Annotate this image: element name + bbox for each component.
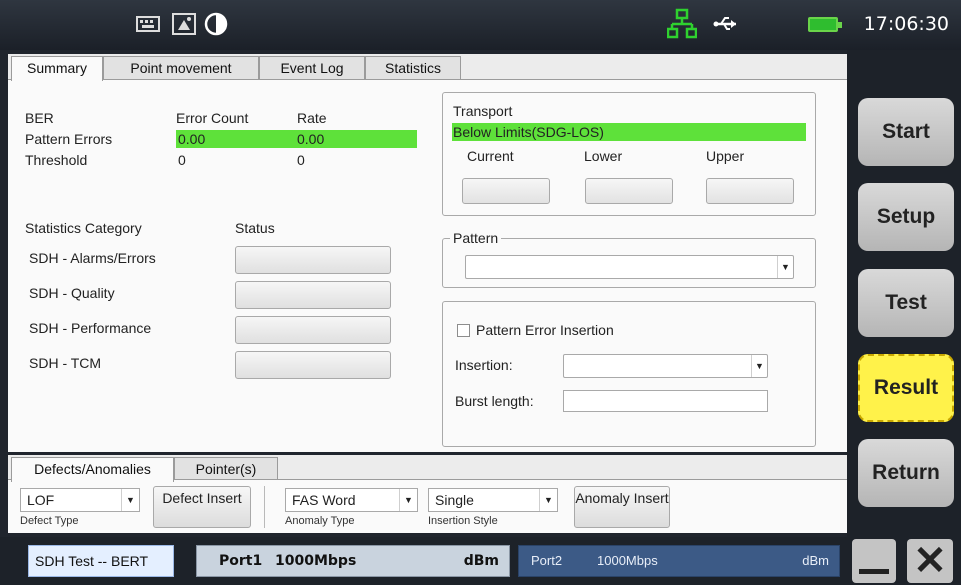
anomaly-insert-button[interactable]: Anomaly Insert [574, 486, 670, 528]
port1-status: Port1 1000Mbps dBm [196, 545, 510, 577]
contrast-icon[interactable] [202, 10, 230, 38]
pattern-errors-label: Pattern Errors [25, 131, 113, 147]
anomaly-type-value: FAS Word [292, 492, 356, 508]
defect-insert-button[interactable]: Defect Insert [153, 486, 251, 528]
footer-bar: SDH Test -- BERT Port1 1000Mbps dBm Port… [0, 537, 961, 585]
insertion-group: Pattern Error Insertion Insertion: ▼ Bur… [442, 301, 816, 447]
test-name: SDH Test -- BERT [28, 545, 174, 577]
status-quality-box [235, 281, 391, 309]
threshold-label: Threshold [25, 152, 88, 168]
tab-summary[interactable]: Summary [11, 56, 103, 81]
chevron-down-icon: ▼ [539, 489, 557, 511]
status-alarms-box [235, 246, 391, 274]
tab-pointers[interactable]: Pointer(s) [174, 457, 278, 480]
threshold-rate: 0 [297, 152, 305, 168]
chevron-down-icon: ▼ [777, 256, 793, 278]
pattern-select[interactable]: ▼ [465, 255, 794, 279]
battery-icon [808, 17, 842, 32]
tab-defects-anomalies[interactable]: Defects/Anomalies [11, 457, 174, 482]
minimize-button[interactable] [852, 539, 896, 583]
side-button-panel: Start Setup Test Result Return [847, 50, 961, 537]
port2-unit: dBm [802, 553, 829, 568]
setup-button[interactable]: Setup [858, 183, 954, 251]
insertion-style-select[interactable]: Single ▼ [428, 488, 558, 512]
current-value-box [462, 178, 550, 204]
error-count-header: Error Count [176, 110, 249, 126]
divider [264, 486, 265, 528]
transport-status: Below Limits(SDG-LOS) [453, 124, 604, 140]
main-panel: Summary Point movement Event Log Statist… [8, 54, 847, 452]
port2-status: Port2 1000Mbps dBm [518, 545, 840, 577]
statistics-category-header: Statistics Category [25, 220, 142, 236]
return-button[interactable]: Return [858, 439, 954, 507]
burst-length-label: Burst length: [455, 393, 534, 409]
tab-event-log[interactable]: Event Log [259, 56, 365, 79]
defect-type-label: Defect Type [20, 515, 79, 527]
status-header: Status [235, 220, 275, 236]
current-label: Current [467, 148, 514, 164]
pattern-error-insertion-label: Pattern Error Insertion [476, 322, 614, 338]
start-button[interactable]: Start [858, 98, 954, 166]
close-icon[interactable]: ✕ [907, 539, 953, 583]
insertion-select[interactable]: ▼ [563, 354, 768, 378]
port1-unit: dBm [463, 553, 499, 569]
anomaly-type-select[interactable]: FAS Word ▼ [285, 488, 418, 512]
pattern-error-insertion-checkbox[interactable] [457, 324, 470, 337]
pattern-errors-rate: 0.00 [297, 131, 325, 147]
screenshot-icon[interactable] [170, 10, 198, 38]
status-performance-box [235, 316, 391, 344]
tab-point-movement[interactable]: Point movement [103, 56, 259, 79]
summary-pane: BER Error Count Rate Pattern Errors 0.00… [8, 79, 847, 452]
result-button[interactable]: Result [858, 354, 954, 422]
insertion-style-label: Insertion Style [428, 515, 498, 527]
transport-group: Transport Below Limits(SDG-LOS) Current … [442, 92, 816, 216]
top-status-bar: 17:06:30 [0, 0, 961, 50]
usb-icon [713, 17, 736, 30]
chevron-down-icon: ▼ [121, 489, 139, 511]
port2-speed: 1000Mbps [597, 553, 658, 568]
port1-name: Port1 [219, 553, 263, 569]
network-icon [667, 8, 697, 39]
stat-row-performance: SDH - Performance [29, 320, 152, 336]
anomaly-type-label: Anomaly Type [285, 515, 355, 527]
lower-value-box [585, 178, 673, 204]
pattern-errors-count: 0.00 [178, 131, 206, 147]
keyboard-icon[interactable] [134, 10, 162, 38]
clock: 17:06:30 [863, 13, 949, 35]
port1-speed: 1000Mbps [275, 553, 357, 569]
stat-row-quality: SDH - Quality [29, 285, 115, 301]
rate-header: Rate [297, 110, 327, 126]
burst-length-input[interactable] [563, 390, 768, 412]
test-button[interactable]: Test [858, 269, 954, 337]
port2-name: Port2 [531, 553, 563, 568]
threshold-count: 0 [178, 152, 186, 168]
insertion-label: Insertion: [455, 357, 513, 373]
tab-statistics[interactable]: Statistics [365, 56, 461, 79]
transport-title: Transport [453, 103, 513, 119]
chevron-down-icon: ▼ [751, 355, 767, 377]
ber-title: BER [25, 110, 54, 126]
stat-row-tcm: SDH - TCM [29, 355, 102, 371]
upper-label: Upper [706, 148, 745, 164]
pattern-title: Pattern [450, 230, 502, 246]
defects-panel: Defects/Anomalies Pointer(s) LOF ▼ Defec… [8, 455, 847, 533]
insertion-style-value: Single [435, 492, 474, 508]
lower-label: Lower [584, 148, 623, 164]
upper-value-box [706, 178, 794, 204]
stat-row-alarms: SDH - Alarms/Errors [29, 250, 156, 266]
defect-type-select[interactable]: LOF ▼ [20, 488, 140, 512]
chevron-down-icon: ▼ [399, 489, 417, 511]
defects-pane: LOF ▼ Defect Type Defect Insert FAS Word… [8, 479, 847, 533]
status-tcm-box [235, 351, 391, 379]
defect-type-value: LOF [27, 492, 55, 508]
